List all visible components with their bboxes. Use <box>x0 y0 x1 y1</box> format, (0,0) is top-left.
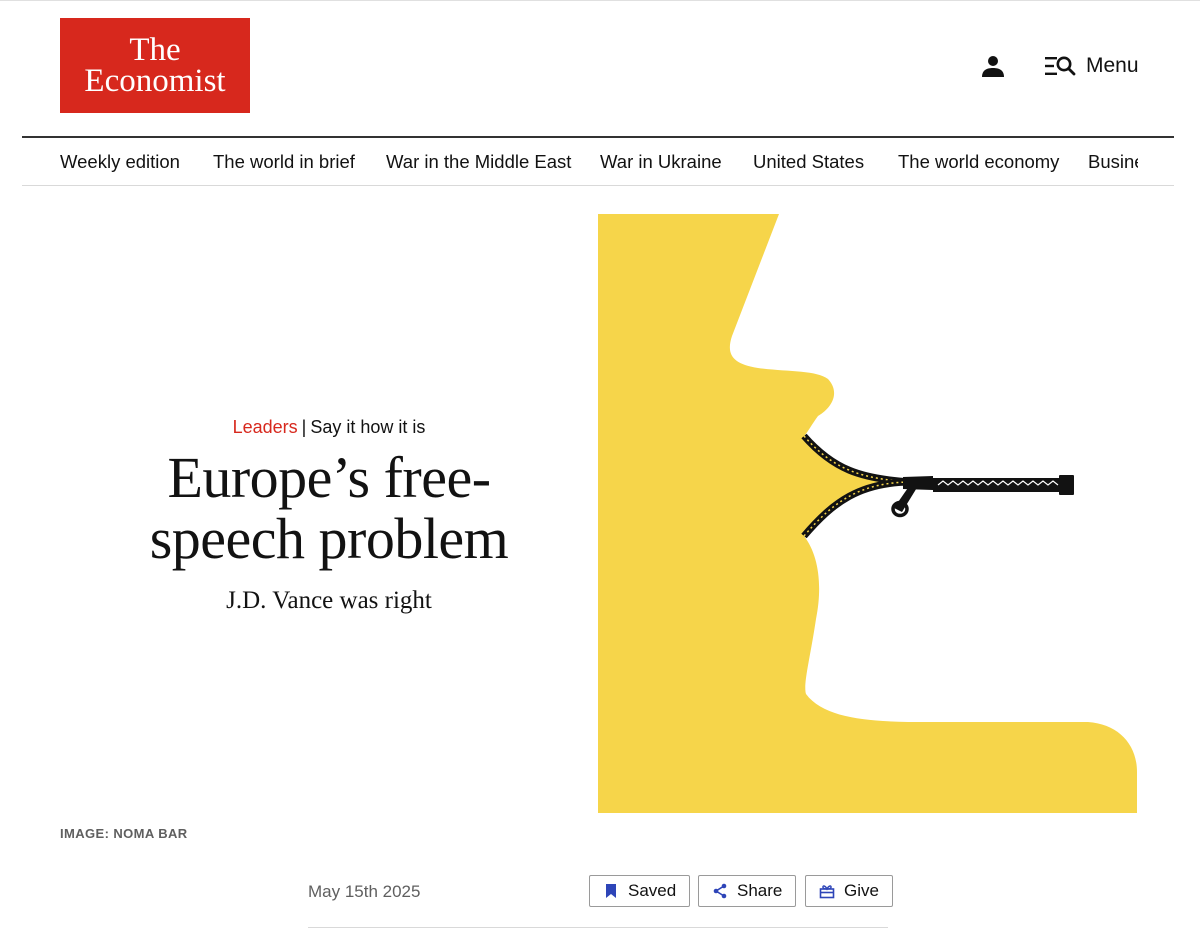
nav-item-united-states[interactable]: United States <box>753 138 864 186</box>
saved-label: Saved <box>628 881 677 900</box>
article-subheadline: J.D. Vance was right <box>226 587 432 614</box>
publish-date: May 15th 2025 <box>308 882 421 901</box>
nav-item-world-economy[interactable]: The world economy <box>898 138 1059 186</box>
article-headline: Europe’s free- speech problem <box>0 447 658 569</box>
nav-item-weekly-edition[interactable]: Weekly edition <box>60 138 180 186</box>
headline-line-2: speech problem <box>149 506 509 571</box>
headline-line-1: Europe’s free- <box>167 445 491 510</box>
bookmark-icon <box>606 884 616 898</box>
nav-item-ukraine[interactable]: War in Ukraine <box>600 138 722 186</box>
rubric-separator: | <box>301 417 307 437</box>
logo-line-1: The <box>129 32 181 68</box>
menu-button[interactable]: Menu <box>1044 52 1139 80</box>
byline-bottom-rule <box>308 927 888 928</box>
share-icon <box>713 883 727 899</box>
image-credit: IMAGE: NOMA BAR <box>60 826 188 841</box>
article-rubric: Leaders | Say it how it is <box>0 414 658 440</box>
give-button[interactable]: Give <box>805 875 893 907</box>
nav-bottom-rule <box>22 185 1174 186</box>
nav-item-middle-east[interactable]: War in the Middle East <box>386 138 571 186</box>
share-button[interactable]: Share <box>698 875 797 907</box>
person-icon[interactable] <box>981 54 1005 78</box>
section-navigation: Weekly edition The world in brief War in… <box>22 138 1138 186</box>
share-label: Share <box>737 881 783 900</box>
hero-illustration <box>598 214 1137 813</box>
logo-line-2: Economist <box>84 63 226 99</box>
give-label: Give <box>844 881 879 900</box>
yellow-face-profile <box>598 214 1137 813</box>
menu-search-icon <box>1045 56 1076 76</box>
flytitle: Say it how it is <box>310 417 426 437</box>
nav-item-business[interactable]: Busine <box>1088 138 1138 186</box>
menu-label: Menu <box>1086 54 1139 77</box>
saved-button[interactable]: Saved <box>589 875 691 907</box>
top-border <box>0 0 1200 1</box>
section-link[interactable]: Leaders <box>233 417 298 437</box>
gift-icon <box>819 885 835 899</box>
nav-item-world-in-brief[interactable]: The world in brief <box>213 138 355 186</box>
economist-logo[interactable]: The Economist <box>60 18 250 113</box>
